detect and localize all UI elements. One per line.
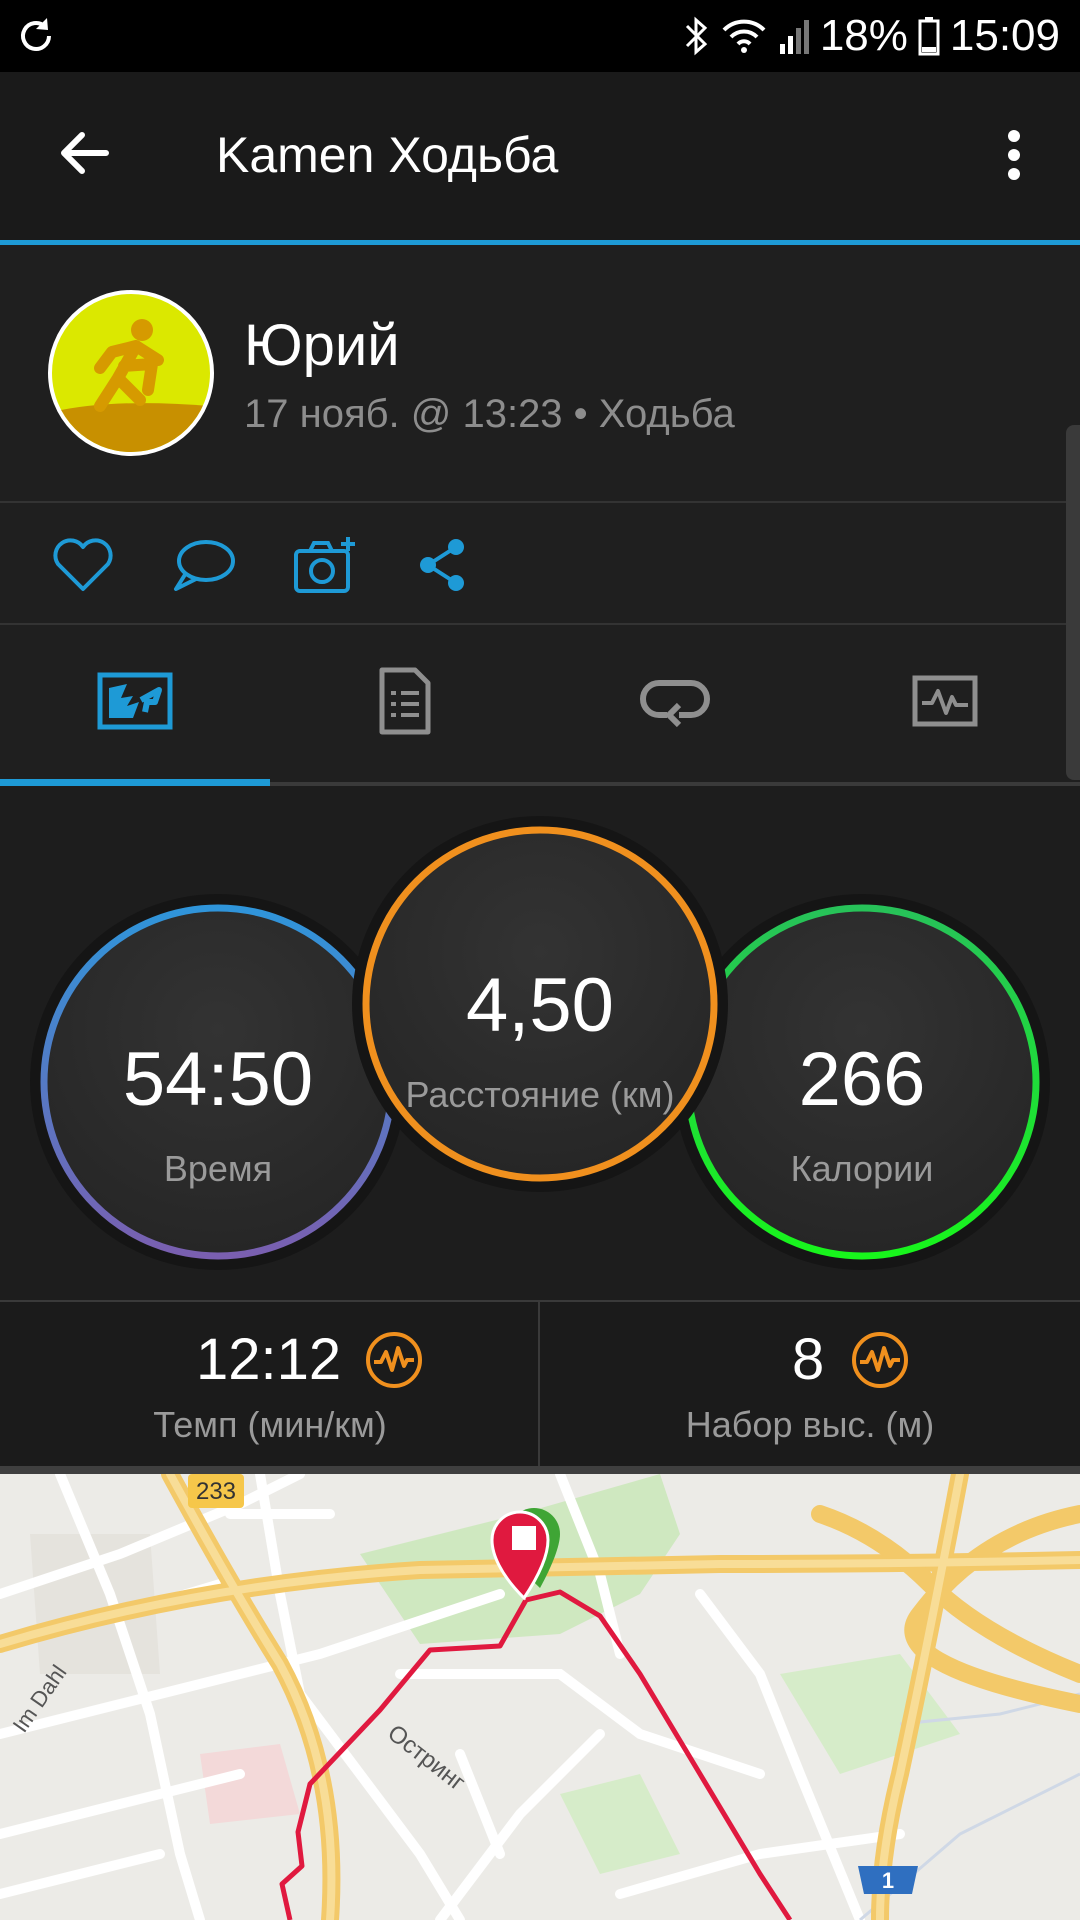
calories-value: 266 (798, 1037, 926, 1122)
comment-icon[interactable] (168, 533, 238, 597)
tab-indicator (0, 779, 270, 786)
add-photo-icon[interactable] (290, 533, 360, 597)
time-label: Время (163, 1148, 273, 1189)
avatar[interactable] (48, 290, 214, 456)
overview-icon (97, 672, 173, 730)
bluetooth-icon (685, 16, 707, 56)
divider (0, 1466, 1080, 1474)
tab-charts[interactable] (810, 625, 1080, 777)
route-map[interactable]: 233 1 Im Dahl Остринг (0, 1474, 1080, 1920)
charts-icon (912, 675, 978, 727)
tab-details[interactable] (270, 625, 540, 777)
arrow-left-icon[interactable] (50, 118, 120, 188)
laps-icon (640, 680, 710, 727)
scroll-handle[interactable] (1066, 425, 1080, 780)
elevation-label: Набор выс. (м) (685, 1404, 935, 1445)
pulse-icon[interactable] (364, 1330, 424, 1390)
status-icons: 18% 15:09 (684, 10, 1060, 62)
share-icon[interactable] (410, 533, 480, 597)
divider (538, 1302, 540, 1466)
distance-label: Расстояние (км) (405, 1074, 675, 1115)
highway-shield-1-label: 1 (882, 1868, 894, 1893)
action-bar (0, 503, 1080, 623)
activity-meta: 17 нояб. @ 13:23 • Ходьба (244, 392, 735, 436)
battery-icon (918, 17, 940, 56)
time-value: 54:50 (122, 1037, 314, 1122)
wifi-icon (722, 19, 766, 53)
page-title: Kamen Ходьба (216, 127, 559, 183)
tab-overview[interactable] (0, 625, 270, 777)
battery-percent: 18% (819, 11, 908, 60)
user-name[interactable]: Юрий (244, 312, 400, 379)
elevation-value: 8 (792, 1327, 825, 1392)
tab-laps[interactable] (540, 625, 810, 777)
pace-value: 12:12 (196, 1327, 342, 1392)
road-shield-233-label: 233 (196, 1478, 236, 1505)
more-vert-icon[interactable] (990, 120, 1040, 190)
signal-icon (779, 20, 809, 54)
details-icon (379, 667, 431, 735)
calories-label: Калории (790, 1148, 934, 1189)
clock: 15:09 (949, 11, 1060, 60)
pace-label: Темп (мин/км) (153, 1404, 387, 1445)
sync-icon (21, 18, 51, 51)
heart-icon[interactable] (48, 533, 118, 597)
pulse-icon[interactable] (850, 1330, 910, 1390)
runner-icon (52, 319, 210, 452)
distance-value: 4,50 (466, 963, 614, 1048)
